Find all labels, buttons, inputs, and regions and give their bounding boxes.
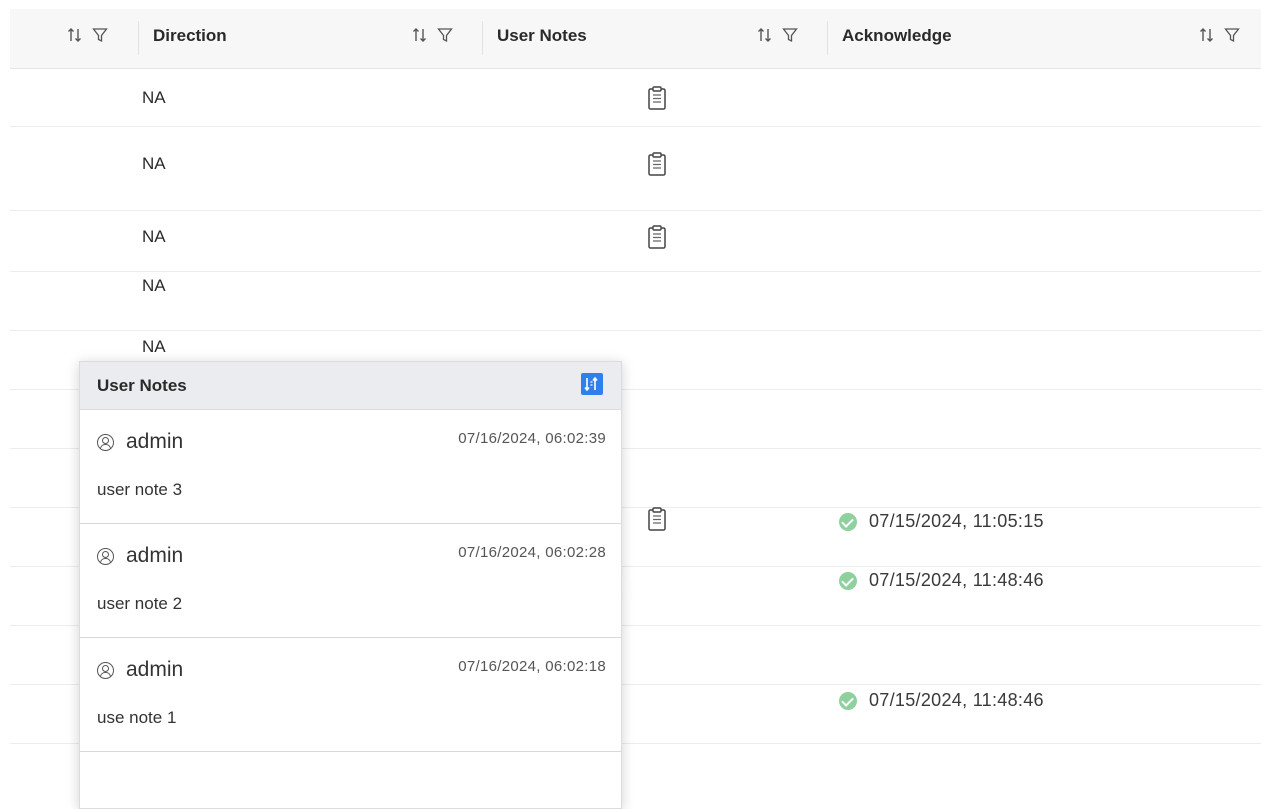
note-text: user note 2 xyxy=(97,594,183,613)
note-timestamp: 07/16/2024, 06:02:28 xyxy=(458,544,606,561)
column-divider[interactable] xyxy=(482,21,483,55)
filter-icon[interactable] xyxy=(1224,26,1240,44)
note-author: admin xyxy=(97,544,183,568)
acknowledge-cell: 07/15/2024, 11:48:46 xyxy=(839,690,1044,711)
note-timestamp: 07/16/2024, 06:02:18 xyxy=(458,658,606,675)
sort-icon[interactable] xyxy=(67,26,83,44)
note-text: use note 1 xyxy=(97,708,177,727)
table-row[interactable]: NA xyxy=(10,127,1261,211)
column-tools-direction xyxy=(412,26,453,44)
note-author: admin xyxy=(97,430,183,454)
note-item: admin 07/16/2024, 06:02:39 user note 3 xyxy=(80,410,621,524)
note-author-name: admin xyxy=(126,430,184,453)
column-header-direction[interactable]: Direction xyxy=(153,26,227,46)
sort-order-button[interactable] xyxy=(581,373,603,395)
clipboard-icon[interactable] xyxy=(646,506,668,532)
direction-cell: NA xyxy=(142,227,166,246)
clipboard-icon[interactable] xyxy=(646,85,668,111)
acknowledge-time: 07/15/2024, 11:05:15 xyxy=(869,511,1044,531)
sort-icon[interactable] xyxy=(1199,26,1215,44)
direction-cell: NA xyxy=(142,337,166,356)
notes-list: admin 07/16/2024, 06:02:39 user note 3 admi… xyxy=(80,410,621,752)
user-circle-icon xyxy=(97,433,114,451)
sort-icon[interactable] xyxy=(757,26,773,44)
note-author-name: admin xyxy=(126,544,184,567)
note-author-name: admin xyxy=(126,658,184,681)
check-circle-icon xyxy=(839,571,857,590)
filter-icon[interactable] xyxy=(437,26,453,44)
sort-order-icon xyxy=(584,376,598,392)
clipboard-icon[interactable] xyxy=(646,151,668,177)
direction-cell: NA xyxy=(142,88,166,107)
filter-icon[interactable] xyxy=(92,26,108,44)
column-tools-user-notes xyxy=(757,26,798,44)
column-header-user-notes[interactable]: User Notes xyxy=(497,26,587,46)
acknowledge-time: 07/15/2024, 11:48:46 xyxy=(869,690,1044,710)
note-text: user note 3 xyxy=(97,480,183,499)
acknowledge-cell: 07/15/2024, 11:48:46 xyxy=(839,570,1044,591)
note-author: admin xyxy=(97,658,183,682)
note-item: admin 07/16/2024, 06:02:18 use note 1 xyxy=(80,638,621,752)
clipboard-icon[interactable] xyxy=(646,224,668,250)
sort-icon[interactable] xyxy=(412,26,428,44)
user-circle-icon xyxy=(97,547,114,565)
check-circle-icon xyxy=(839,691,857,710)
acknowledge-cell: 07/15/2024, 11:05:15 xyxy=(839,511,1044,532)
note-timestamp: 07/16/2024, 06:02:39 xyxy=(458,430,606,447)
table-header: Direction User Notes Acknowledge xyxy=(10,9,1261,69)
column-tools-prev xyxy=(67,26,108,44)
direction-cell: NA xyxy=(142,276,166,295)
table-row[interactable]: NA xyxy=(10,69,1261,127)
acknowledge-time: 07/15/2024, 11:48:46 xyxy=(869,570,1044,590)
column-divider[interactable] xyxy=(827,21,828,55)
column-tools-acknowledge xyxy=(1199,26,1240,44)
popup-title: User Notes xyxy=(97,376,187,395)
table-row[interactable]: NA xyxy=(10,272,1261,331)
direction-cell: NA xyxy=(142,154,166,173)
check-circle-icon xyxy=(839,512,857,531)
user-circle-icon xyxy=(97,661,114,679)
user-notes-popup: User Notes admin 07/16/2024, 06:02:39 user… xyxy=(79,361,622,809)
filter-icon[interactable] xyxy=(782,26,798,44)
table-row[interactable]: NA xyxy=(10,211,1261,272)
column-divider[interactable] xyxy=(138,21,139,55)
column-header-acknowledge[interactable]: Acknowledge xyxy=(842,26,952,46)
note-item: admin 07/16/2024, 06:02:28 user note 2 xyxy=(80,524,621,638)
popup-header: User Notes xyxy=(80,362,621,410)
